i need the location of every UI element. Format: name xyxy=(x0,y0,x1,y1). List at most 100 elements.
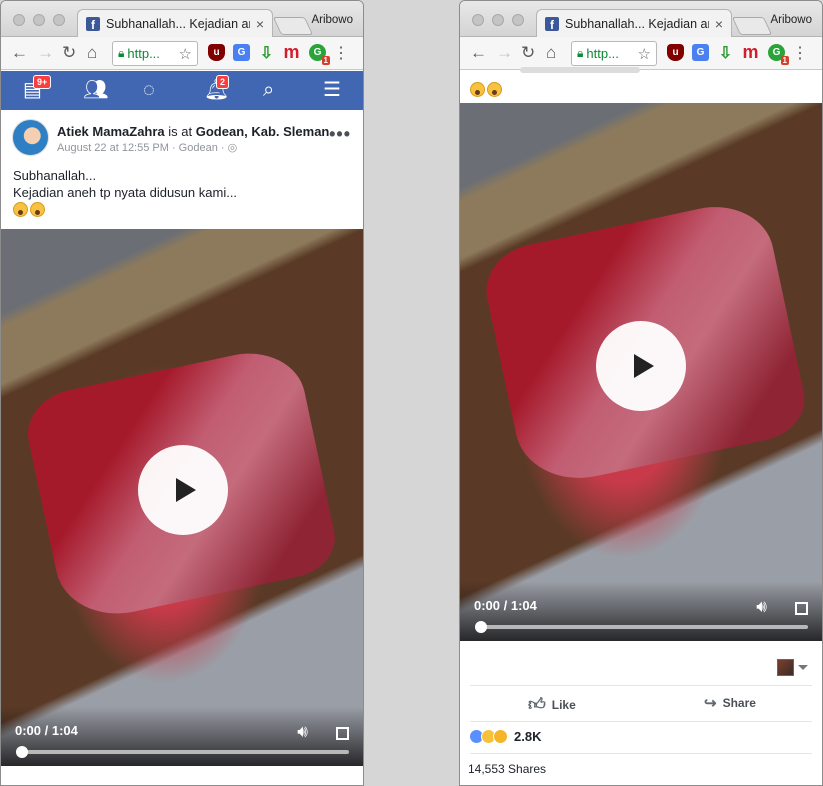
video-progress-bar[interactable] xyxy=(475,621,808,633)
share-label: Share xyxy=(722,696,756,710)
tab-title: Subhanallah... Kejadian aneh xyxy=(106,17,250,31)
back-icon[interactable]: ← xyxy=(470,43,487,63)
post-footer: 👍︎ Like ↪ Share 2.8K 14,553 Shares xyxy=(460,641,822,785)
post-meta: August 22 at 12:55 PM · Godean · ◎ xyxy=(57,141,237,154)
checkin-text: is at xyxy=(164,124,196,139)
minimize-window-button[interactable] xyxy=(492,14,504,26)
url-text: http... xyxy=(586,46,619,61)
facebook-favicon-icon: f xyxy=(545,17,559,31)
play-button[interactable] xyxy=(596,321,686,411)
video-time: 0:00 / 1:04 xyxy=(15,723,78,738)
zoom-window-button[interactable] xyxy=(53,14,65,26)
reactions-summary[interactable]: 2.8K xyxy=(469,729,541,744)
post-author-line: Atiek MamaZahra is at Godean, Kab. Slema… xyxy=(57,124,334,139)
address-bar[interactable]: 🔒︎ http... ☆ xyxy=(112,41,198,66)
browser-window-left: f Subhanallah... Kejadian aneh × Aribowo… xyxy=(0,0,364,786)
notifications-badge: 2 xyxy=(216,75,230,89)
post-timestamp[interactable]: August 22 at 12:55 PM · Godean · xyxy=(57,142,228,154)
zoom-window-button[interactable] xyxy=(512,14,524,26)
play-button[interactable] xyxy=(138,445,228,535)
browser-menu-icon[interactable]: ⋮ xyxy=(333,43,349,63)
avatar[interactable] xyxy=(12,119,49,156)
forward-icon[interactable]: → xyxy=(37,43,54,63)
video-player[interactable]: 0:00 / 1:04 🔊︎ xyxy=(460,103,822,641)
browser-window-right: f Subhanallah... Kejadian aneh × Aribowo… xyxy=(459,0,823,786)
scream-emoji-icon xyxy=(487,82,502,98)
share-arrow-icon: ↪ xyxy=(704,695,717,712)
home-icon[interactable]: ⌂ xyxy=(87,43,97,63)
new-tab-button[interactable] xyxy=(731,17,773,35)
browser-menu-icon[interactable]: ⋮ xyxy=(792,43,808,63)
reaction-count: 2.8K xyxy=(514,729,542,744)
post-text: Subhanallah... Kejadian aneh tp nyata di… xyxy=(13,167,237,201)
star-icon[interactable]: ☆ xyxy=(179,45,192,63)
download-extension-icon[interactable]: ⇩ xyxy=(258,44,275,62)
location-name[interactable]: Godean, Kab. Sleman xyxy=(196,124,330,139)
reaction-as-picker[interactable] xyxy=(777,659,808,676)
translate-extension-icon[interactable]: G xyxy=(233,44,250,61)
volume-icon[interactable]: 🔊︎ xyxy=(297,722,308,742)
browser-tab[interactable]: f Subhanallah... Kejadian aneh × xyxy=(536,9,732,38)
progress-knob[interactable] xyxy=(16,746,28,758)
close-window-button[interactable] xyxy=(13,14,25,26)
forward-icon[interactable]: → xyxy=(496,43,513,63)
post-text-scrolled xyxy=(460,67,822,103)
profile-name[interactable]: Aribowo xyxy=(311,14,353,26)
back-icon[interactable]: ← xyxy=(11,43,28,63)
like-button[interactable]: 👍︎ Like xyxy=(528,694,576,715)
fullscreen-icon[interactable] xyxy=(795,602,808,615)
close-window-button[interactable] xyxy=(472,14,484,26)
url-text: http... xyxy=(127,46,160,61)
tab-close-icon[interactable]: × xyxy=(256,16,264,32)
video-player[interactable]: 0:00 / 1:04 🔊︎ xyxy=(1,229,363,766)
menu-icon[interactable]: ☰ xyxy=(323,79,341,101)
ublock-extension-icon[interactable]: u xyxy=(208,44,225,61)
progress-knob[interactable] xyxy=(475,621,487,633)
star-icon[interactable]: ☆ xyxy=(638,45,651,63)
scream-emoji-icon xyxy=(13,202,28,218)
home-icon[interactable]: ⌂ xyxy=(546,43,556,63)
ublock-extension-icon[interactable]: u xyxy=(667,44,684,61)
download-extension-icon[interactable]: ⇩ xyxy=(717,44,734,62)
play-icon xyxy=(634,354,654,378)
chevron-down-icon xyxy=(798,665,808,670)
m-extension-icon[interactable]: m xyxy=(742,42,759,62)
thumbs-up-icon: 👍︎ xyxy=(528,695,546,714)
post-text-line-1: Subhanallah... xyxy=(13,168,97,183)
reload-icon[interactable]: ↻ xyxy=(62,43,76,63)
new-tab-button[interactable] xyxy=(272,17,314,35)
grammarly-extension-icon[interactable]: G1 xyxy=(768,44,789,65)
facebook-favicon-icon: f xyxy=(86,17,100,31)
messenger-icon[interactable]: ◌ xyxy=(143,79,155,101)
page-thumbnail xyxy=(777,659,794,676)
cut-off-text-line xyxy=(520,67,640,73)
reload-icon[interactable]: ↻ xyxy=(521,43,535,63)
volume-icon[interactable]: 🔊︎ xyxy=(756,597,767,617)
shares-count[interactable]: 14,553 Shares xyxy=(468,762,546,776)
grammarly-extension-icon[interactable]: G1 xyxy=(309,44,330,65)
author-name[interactable]: Atiek MamaZahra xyxy=(57,124,165,139)
tab-close-icon[interactable]: × xyxy=(715,16,723,32)
more-options-icon[interactable]: ••• xyxy=(329,124,351,145)
video-progress-bar[interactable] xyxy=(16,746,349,758)
m-extension-icon[interactable]: m xyxy=(283,42,300,62)
home-badge: 9+ xyxy=(33,75,52,89)
minimize-window-button[interactable] xyxy=(33,14,45,26)
translate-extension-icon[interactable]: G xyxy=(692,44,709,61)
browser-tab[interactable]: f Subhanallah... Kejadian aneh × xyxy=(77,9,273,38)
play-icon xyxy=(176,478,196,502)
search-icon[interactable]: ⌕ xyxy=(263,79,274,101)
post-header: Atiek MamaZahra is at Godean, Kab. Slema… xyxy=(1,111,363,229)
facebook-nav-bar: ▤ 9+ 👥︎ ◌ 🔔︎ 2 ⌕ ☰ xyxy=(1,71,363,110)
divider xyxy=(470,721,812,722)
tab-strip: f Subhanallah... Kejadian aneh × Aribowo xyxy=(460,1,822,38)
video-time: 0:00 / 1:04 xyxy=(474,598,537,613)
browser-toolbar: ← → ↻ ⌂ 🔒︎ http... ☆ u G ⇩ m G1 ⋮ xyxy=(460,37,822,70)
scream-emoji-icon xyxy=(30,202,45,218)
browser-toolbar: ← → ↻ ⌂ 🔒︎ http... ☆ u G ⇩ m G1 ⋮ xyxy=(1,37,363,70)
address-bar[interactable]: 🔒︎ http... ☆ xyxy=(571,41,657,66)
friends-icon[interactable]: 👥︎ xyxy=(83,79,108,101)
profile-name[interactable]: Aribowo xyxy=(770,14,812,26)
share-button[interactable]: ↪ Share xyxy=(704,694,756,712)
fullscreen-icon[interactable] xyxy=(336,727,349,740)
